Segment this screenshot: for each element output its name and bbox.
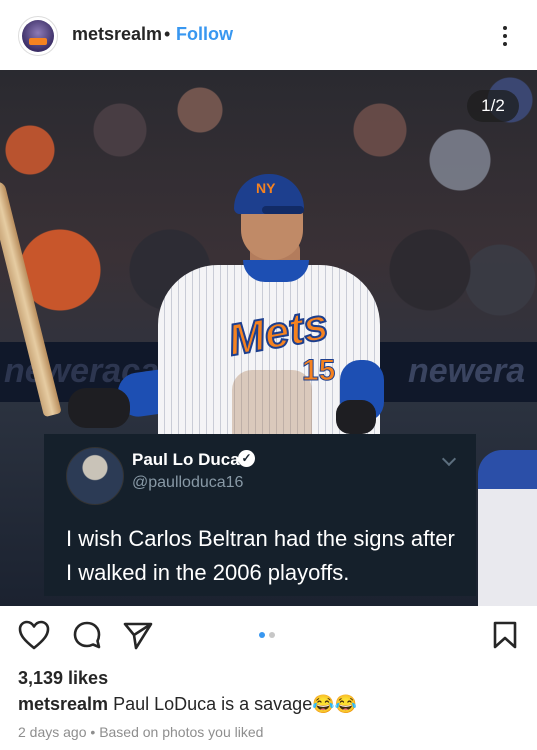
pager-dot-active: [259, 632, 265, 638]
post-header: metsrealm • Follow: [0, 0, 537, 70]
bookmark-icon[interactable]: [492, 620, 518, 650]
caption-username[interactable]: metsrealm: [18, 694, 108, 714]
pager-dot-inactive: [269, 632, 275, 638]
post-caption: metsrealm Paul LoDuca is a savage😂😂: [18, 694, 357, 715]
meta-separator: •: [90, 724, 96, 740]
mets-logo-icon: [22, 20, 54, 52]
background-player: [478, 450, 537, 606]
likes-count[interactable]: 3,139 likes: [18, 668, 108, 689]
header-separator: •: [164, 24, 171, 44]
post-time: 2 days ago: [18, 724, 87, 740]
follow-button[interactable]: Follow: [176, 24, 233, 45]
heart-icon[interactable]: [18, 620, 50, 650]
helmet-logo: NY: [256, 180, 276, 196]
chevron-down-icon: [441, 451, 457, 467]
caption-text: Paul LoDuca is a savage😂😂: [113, 694, 358, 714]
profile-avatar[interactable]: [18, 16, 58, 56]
post-photo[interactable]: neweraca newera NY Mets 15 1/2 Paul Lo D…: [0, 70, 537, 606]
suggestion-note: Based on photos you liked: [99, 724, 264, 740]
tweet-handle: @paulloduca16: [132, 474, 244, 491]
comment-icon[interactable]: [72, 620, 102, 650]
post-meta: 2 days ago • Based on photos you liked: [18, 724, 263, 740]
batting-glove-left: [68, 388, 130, 428]
verified-badge-icon: ✓: [238, 450, 255, 467]
jersey-number: 15: [301, 354, 336, 388]
batting-glove-right: [336, 400, 376, 434]
more-options-icon[interactable]: [497, 22, 513, 50]
image-counter: 1/2: [467, 90, 519, 122]
tweet-card: Paul Lo Duca ✓ @paulloduca16 I wish Carl…: [44, 434, 476, 596]
wall-ad-right: newera: [408, 352, 526, 390]
tweet-avatar: [66, 447, 124, 505]
share-icon[interactable]: [122, 620, 154, 650]
tweet-text: I wish Carlos Beltran had the signs afte…: [66, 526, 455, 585]
helmet-bill: [262, 206, 304, 214]
tweet-author-name: Paul Lo Duca: [132, 450, 240, 469]
username-link[interactable]: metsrealm: [72, 24, 162, 45]
